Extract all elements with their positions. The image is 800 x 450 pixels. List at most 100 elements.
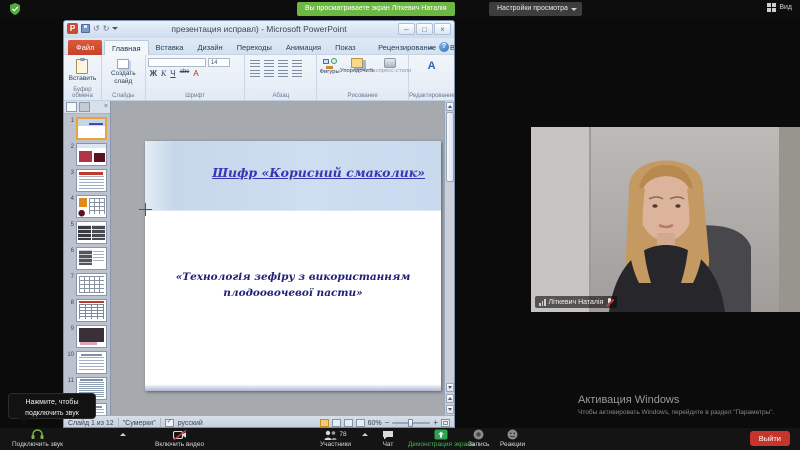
thumbnail-preview[interactable]	[76, 247, 107, 270]
minimize-ribbon-icon[interactable]	[428, 46, 434, 49]
ribbon-tab-3[interactable]: Переходы	[230, 40, 279, 55]
zoom-level: 60%	[368, 420, 382, 427]
participants-count: 78	[339, 431, 346, 438]
shield-icon	[9, 3, 21, 15]
participant-video[interactable]: Лiткевич Наталiя	[531, 127, 800, 312]
slide-number: 1	[67, 117, 74, 124]
slide[interactable]: Шифр «Корисний смаколик» «Технологія зеф…	[145, 141, 441, 391]
chat-icon	[382, 430, 394, 440]
help-icon[interactable]: ?	[439, 42, 449, 52]
participants-button[interactable]: 78 Участники	[320, 429, 351, 448]
view-menu-button[interactable]: Вид	[767, 3, 792, 12]
shapes-button[interactable]: Фигуры	[319, 58, 340, 75]
slide-thumbnail-4[interactable]: 4	[64, 194, 110, 220]
scrollbar-thumb[interactable]	[446, 112, 454, 182]
align-right-icon[interactable]	[278, 70, 288, 78]
slide-thumbnail-6[interactable]: 6	[64, 246, 110, 272]
start-video-button[interactable]: Включить видео	[155, 429, 204, 448]
ribbon-tab-1[interactable]: Вставка	[149, 40, 191, 55]
paste-button[interactable]: Вставить	[66, 57, 99, 82]
next-slide-icon[interactable]	[446, 405, 454, 414]
thumbnail-preview[interactable]	[76, 143, 107, 166]
language-indicator[interactable]: русский	[178, 420, 203, 427]
slides-tab-icon[interactable]	[66, 102, 77, 112]
strikethrough-button[interactable]: abc	[180, 69, 190, 78]
bullets-icon[interactable]	[250, 60, 260, 68]
align-center-icon[interactable]	[264, 70, 274, 78]
reading-view-icon[interactable]	[344, 419, 353, 427]
share-screen-button[interactable]: Демонстрация экрана	[408, 429, 474, 448]
slide-thumbnail-7[interactable]: 7	[64, 272, 110, 298]
normal-view-icon[interactable]	[320, 419, 329, 427]
close-panel-icon[interactable]: ×	[104, 102, 108, 112]
chat-button[interactable]: Чат	[382, 429, 394, 448]
slide-thumbnail-1[interactable]: 1	[64, 116, 110, 142]
slide-thumbnail-5[interactable]: 5	[64, 220, 110, 246]
slide-thumbnail-3[interactable]: 3	[64, 168, 110, 194]
thumbnail-preview[interactable]	[76, 117, 107, 140]
thumbnail-preview[interactable]	[76, 299, 107, 322]
thumbnail-preview[interactable]	[76, 221, 107, 244]
slideshow-view-icon[interactable]	[356, 419, 365, 427]
numbering-icon[interactable]	[264, 60, 274, 68]
fit-window-icon[interactable]	[441, 419, 450, 427]
slide-thumbnail-9[interactable]: 9	[64, 324, 110, 350]
outline-tab-icon[interactable]	[79, 102, 90, 112]
slide-canvas: Шифр «Корисний смаколик» «Технологія зеф…	[111, 101, 454, 415]
participants-options-icon[interactable]	[362, 433, 368, 436]
align-left-icon[interactable]	[250, 70, 260, 78]
slide-thumbnail-10[interactable]: 10	[64, 350, 110, 376]
previous-slide-icon[interactable]	[446, 394, 454, 403]
ribbon-tab-5[interactable]: Показ слайдов	[328, 40, 371, 55]
thumbnail-preview[interactable]	[76, 273, 107, 296]
slide-scrollbar[interactable]	[444, 101, 454, 415]
zoom-meeting-screen: Вы просматриваете экран Лiткевич Наталiя…	[0, 0, 800, 450]
font-name-select[interactable]	[148, 58, 206, 67]
ribbon-tab-0[interactable]: Главная	[104, 40, 149, 55]
quick-styles-button[interactable]: Экспресс-стили	[374, 58, 406, 75]
find-button[interactable]: А	[411, 57, 452, 72]
font-color-button[interactable]: А	[193, 69, 198, 78]
zoom-slider[interactable]	[392, 422, 430, 424]
slide-title: Шифр «Корисний смаколик»	[212, 165, 425, 180]
italic-button[interactable]: К	[161, 69, 166, 78]
zoom-slider-thumb[interactable]	[408, 419, 413, 427]
view-settings-button[interactable]: Настройки просмотра	[489, 2, 582, 16]
zoom-out-icon[interactable]: −	[385, 418, 390, 428]
close-button[interactable]: ×	[434, 23, 451, 35]
slide-sorter-icon[interactable]	[332, 419, 341, 427]
indent-icon[interactable]	[278, 60, 288, 68]
thumbnail-preview[interactable]	[76, 195, 107, 218]
new-slide-button[interactable]: Создать слайд	[104, 57, 143, 87]
reactions-button[interactable]: Реакции	[500, 429, 525, 448]
bold-button[interactable]: Ж	[150, 69, 157, 78]
ribbon-tab-file[interactable]: Файл	[68, 40, 102, 55]
scroll-up-icon[interactable]	[446, 102, 454, 111]
line-spacing-icon[interactable]	[292, 60, 302, 68]
theme-name: "Сумерки"	[123, 420, 156, 427]
underline-button[interactable]: Ч	[170, 69, 175, 78]
spellcheck-icon[interactable]	[165, 419, 174, 427]
audio-options-icon[interactable]	[120, 433, 126, 436]
justify-icon[interactable]	[292, 70, 302, 78]
font-size-select[interactable]: 14	[208, 58, 230, 67]
thumbnail-preview[interactable]	[76, 351, 107, 374]
scroll-down-icon[interactable]	[446, 383, 454, 392]
thumbnail-preview[interactable]	[76, 325, 107, 348]
minimize-button[interactable]: –	[398, 23, 415, 35]
slide-thumbnail-2[interactable]: 2	[64, 142, 110, 168]
ribbon-tab-2[interactable]: Дизайн	[190, 40, 229, 55]
powerpoint-title-bar[interactable]: P ↺ ↻ презентация исправл) - Microsoft P…	[64, 21, 454, 38]
record-button[interactable]: Запись	[468, 429, 489, 448]
arrange-button[interactable]: Упорядочить	[343, 58, 371, 75]
ribbon-tab-4[interactable]: Анимация	[279, 40, 328, 55]
maximize-button[interactable]: □	[416, 23, 433, 35]
leave-button[interactable]: Выйти	[750, 431, 790, 446]
slide-number: 4	[67, 195, 74, 202]
slide-thumbnail-8[interactable]: 8	[64, 298, 110, 324]
quick-styles-icon	[384, 58, 396, 68]
participant-portrait	[531, 127, 800, 312]
zoom-in-icon[interactable]: +	[433, 418, 438, 428]
thumbnail-preview[interactable]	[76, 169, 107, 192]
join-audio-button[interactable]: Подключить звук	[12, 429, 63, 448]
